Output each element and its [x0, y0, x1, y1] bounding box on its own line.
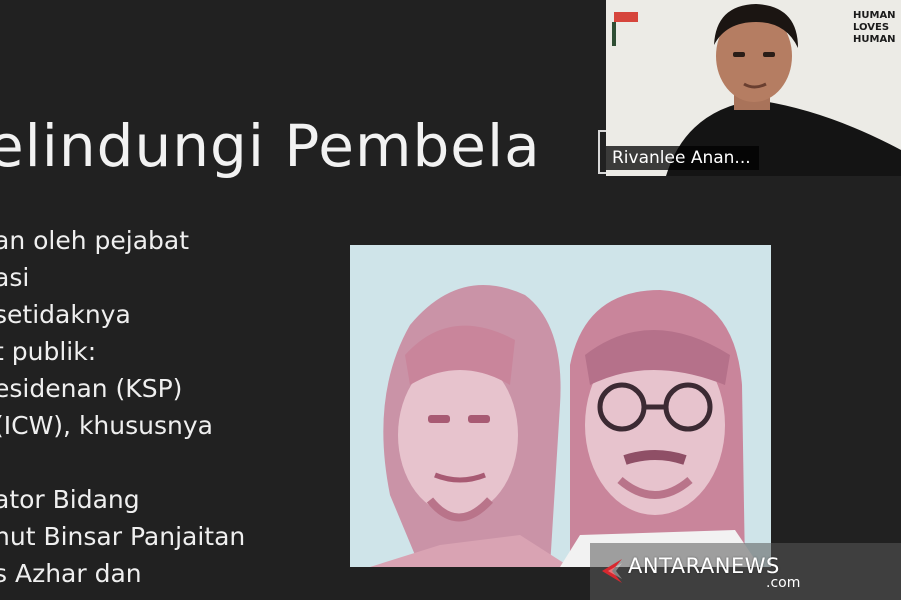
slide-bullet: ator Bidang: [0, 485, 140, 514]
slide-bullet: t publik:: [0, 337, 97, 366]
slide-bullet: hut Binsar Panjaitan: [0, 522, 246, 551]
portrait-left: [370, 285, 570, 567]
slide-bullet: an oleh pejabat: [0, 226, 190, 255]
slide-title: elindungi Pembela: [0, 112, 541, 180]
slide-bullet: s Azhar dan: [0, 559, 142, 588]
watermark-brand: ANTARANEWS: [628, 554, 780, 578]
slide-bullet-list: an oleh pejabat asi setidaknya t publik:…: [0, 222, 245, 592]
slide-bullet: esidenan (KSP): [0, 374, 183, 403]
participant-video-tile[interactable]: HUMAN LOVES HUMAN Rivanlee Anan...: [606, 0, 901, 176]
watermark-domain: .com: [766, 575, 801, 591]
slide-bullet: [0, 444, 245, 481]
slide-bullet: (ICW), khususnya: [0, 411, 213, 440]
antaranews-logo-icon: [602, 559, 622, 583]
slide-photo-two-portraits: [350, 245, 771, 567]
slide-bullet: setidaknya: [0, 300, 131, 329]
participant-name-label: Rivanlee Anan...: [606, 146, 759, 170]
slide-bullet: asi: [0, 263, 30, 292]
portrait-right: [560, 290, 760, 567]
antaranews-watermark: ANTARANEWS .com: [590, 543, 901, 600]
